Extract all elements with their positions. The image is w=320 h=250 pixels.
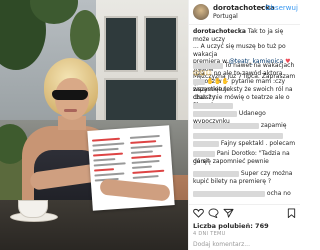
script-page-right	[129, 132, 167, 182]
hidden-username	[193, 122, 259, 129]
coffee-cup	[18, 200, 48, 218]
comment-item: ocha no	[193, 190, 299, 198]
comment-placeholder	[193, 132, 299, 140]
post-side-panel: dorotachotecka • Obserwuj Portugal dorot…	[188, 0, 300, 250]
comment-text: Super czy można	[240, 170, 293, 177]
location-link[interactable]: Portugal	[213, 13, 238, 20]
hidden-username	[193, 150, 215, 157]
comment-text: da się zapomnieć pewnie	[193, 158, 269, 165]
caption-line: ... A uczyć się muszę bo tuż po wakacja	[193, 43, 286, 58]
comment-text: zapamię	[260, 122, 287, 129]
comment-text: Fajny spektakl . polecam	[220, 140, 296, 147]
hidden-username	[193, 140, 219, 147]
building-background	[96, 0, 188, 140]
post-photo[interactable]	[0, 0, 188, 250]
caption-author[interactable]: dorotachotecka	[193, 28, 246, 35]
hidden-username	[193, 170, 239, 177]
hidden-username	[193, 110, 237, 117]
script-page-left	[91, 134, 129, 184]
comment-item: zapamię	[193, 122, 299, 130]
emoji-hands: ✋✋✋	[206, 78, 230, 85]
comment-placeholder	[193, 102, 299, 110]
hidden-username	[193, 62, 223, 69]
add-comment-input[interactable]: Dodaj komentarz...	[193, 241, 250, 248]
mouth	[64, 109, 77, 112]
likes-count[interactable]: Liczba polubień: 769	[193, 222, 269, 230]
sunglasses	[52, 90, 88, 100]
comment-item: Super czy można	[193, 170, 299, 178]
emoji-faces: ☺☺☺	[193, 70, 212, 77]
hidden-username	[193, 78, 205, 85]
separator-dot: •	[260, 4, 265, 12]
foliage	[70, 10, 100, 60]
hidden-content	[193, 102, 233, 109]
window	[104, 16, 138, 72]
hidden-username	[193, 190, 265, 197]
comments-list[interactable]: dorotachotecka Tak to ja się może uczy .…	[189, 26, 300, 204]
instagram-post: dorotachotecka • Obserwuj Portugal dorot…	[0, 0, 300, 250]
comment-icon[interactable]	[208, 208, 219, 218]
follow-button[interactable]: Obserwuj	[265, 4, 298, 12]
post-actions: Liczba polubień: 769 4 DNI TEMU Dodaj ko…	[189, 204, 300, 250]
comment-line: kupić bilety na premierę ?	[193, 178, 299, 186]
comment-item: Fajny spektakl . polecam	[193, 140, 299, 148]
comment-text: kupić bilety na premierę ?	[193, 178, 272, 185]
post-header: dorotachotecka • Obserwuj Portugal	[189, 0, 300, 25]
comment-line: da się zapomnieć pewnie	[193, 158, 299, 166]
bookmark-icon[interactable]	[286, 208, 297, 218]
hidden-content	[193, 132, 283, 139]
post-date[interactable]: 4 DNI TEMU	[193, 231, 226, 237]
heart-icon[interactable]	[193, 208, 204, 218]
avatar[interactable]	[193, 4, 209, 20]
comment-text: ocha no	[266, 190, 291, 197]
share-icon[interactable]	[223, 208, 234, 218]
window	[144, 16, 178, 72]
